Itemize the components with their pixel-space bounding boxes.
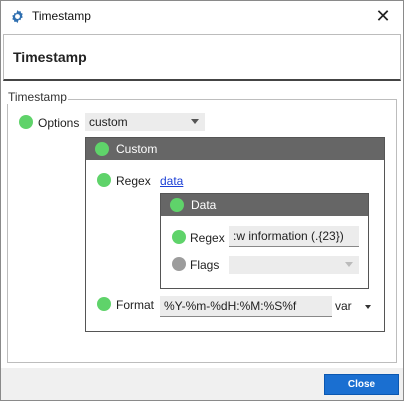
data-regex-label: Regex bbox=[190, 231, 225, 245]
data-regex-input[interactable]: :w information (.{23}) bbox=[229, 226, 359, 247]
title-bar: Timestamp ✕ bbox=[1, 1, 403, 31]
options-select[interactable]: custom bbox=[85, 113, 205, 131]
close-button[interactable]: Close bbox=[324, 374, 399, 395]
options-label: Options bbox=[38, 116, 80, 130]
regex-status-icon bbox=[97, 173, 111, 187]
custom-status-icon bbox=[95, 142, 109, 156]
window-title: Timestamp bbox=[32, 9, 91, 23]
format-status-icon bbox=[97, 297, 111, 311]
data-panel-header: Data bbox=[161, 194, 368, 216]
data-panel-title: Data bbox=[191, 198, 217, 212]
options-status-icon bbox=[19, 115, 33, 129]
custom-panel-title: Custom bbox=[116, 142, 158, 156]
flags-status-icon bbox=[172, 257, 186, 271]
page-title: Timestamp bbox=[13, 49, 87, 65]
format-label: Format bbox=[116, 298, 155, 312]
format-value: %Y-%m-%dH:%M:%S%f bbox=[164, 299, 297, 313]
custom-panel-header: Custom bbox=[86, 138, 384, 160]
options-select-value: custom bbox=[89, 115, 128, 129]
data-regex-value: :w information (.{23}) bbox=[233, 229, 344, 243]
window-close-icon[interactable]: ✕ bbox=[371, 4, 395, 28]
format-input[interactable]: %Y-%m-%dH:%M:%S%f bbox=[160, 296, 332, 317]
format-type-value: var bbox=[335, 299, 352, 313]
group-label: Timestamp bbox=[7, 90, 68, 104]
flags-select[interactable] bbox=[229, 256, 359, 274]
chevron-down-icon bbox=[191, 119, 199, 124]
format-type-select[interactable]: var bbox=[335, 296, 375, 317]
data-regex-status-icon bbox=[172, 230, 186, 244]
data-status-icon bbox=[170, 198, 184, 212]
chevron-down-icon bbox=[345, 262, 353, 267]
header-band: Timestamp bbox=[3, 34, 401, 81]
regex-data-link[interactable]: data bbox=[160, 174, 183, 188]
regex-label: Regex bbox=[116, 174, 151, 188]
flags-label: Flags bbox=[190, 258, 220, 272]
app-gear-icon bbox=[12, 9, 23, 24]
chevron-down-icon bbox=[365, 305, 371, 309]
dialog-window: Timestamp ✕ Timestamp Timestamp Options … bbox=[0, 0, 404, 401]
